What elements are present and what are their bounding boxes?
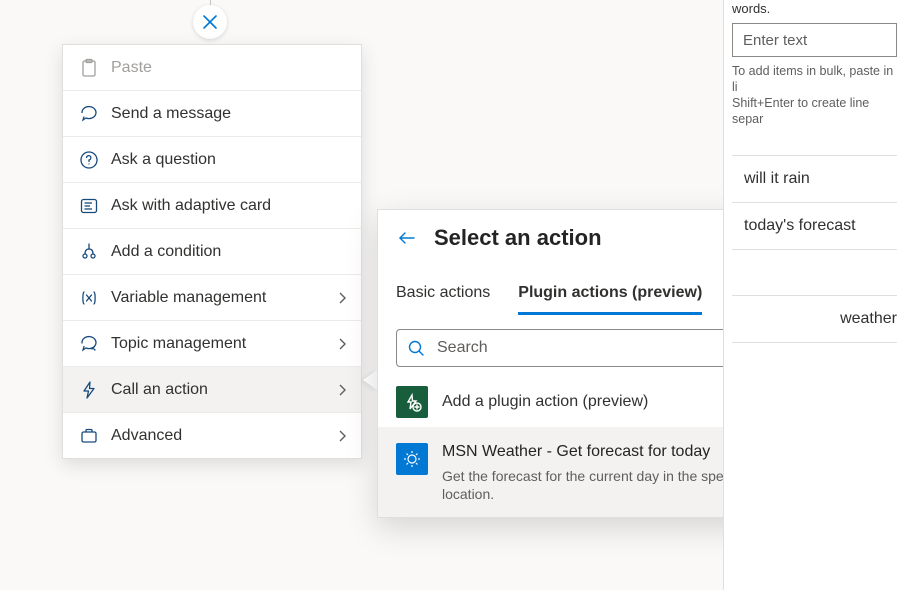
chevron-right-icon — [337, 337, 347, 351]
menu-label: Add a condition — [111, 243, 347, 261]
condition-icon — [77, 240, 101, 264]
variable-icon — [77, 286, 101, 310]
chevron-right-icon — [337, 383, 347, 397]
menu-item-paste: Paste — [63, 45, 361, 90]
add-plugin-label: Add a plugin action (preview) — [442, 393, 648, 411]
menu-label: Send a message — [111, 105, 347, 123]
phrase-entry[interactable]: will it rain — [732, 155, 897, 203]
chevron-right-icon — [337, 291, 347, 305]
menu-label: Call an action — [111, 381, 337, 399]
menu-label: Ask a question — [111, 151, 347, 169]
phrase-input-placeholder: Enter text — [743, 32, 807, 49]
adaptive-card-icon — [77, 194, 101, 218]
context-menu: Paste Send a message Ask a question — [62, 44, 362, 459]
search-icon — [407, 339, 425, 357]
menu-item-advanced[interactable]: Advanced — [63, 413, 361, 458]
close-node-button[interactable] — [193, 5, 227, 39]
phrase-text: today's forecast — [744, 217, 856, 234]
phrase-text: will it rain — [744, 170, 810, 187]
menu-item-ask-question[interactable]: Ask a question — [63, 137, 361, 182]
weather-icon — [396, 443, 428, 475]
phrase-text: weather — [840, 310, 897, 327]
menu-label: Advanced — [111, 427, 337, 445]
chevron-right-icon — [337, 429, 347, 443]
advanced-icon — [77, 424, 101, 448]
back-button[interactable] — [396, 227, 418, 249]
menu-item-send-message[interactable]: Send a message — [63, 91, 361, 136]
menu-label: Topic management — [111, 335, 337, 353]
trigger-phrases-panel: words. Enter text To add items in bulk, … — [723, 0, 897, 590]
menu-label: Variable management — [111, 289, 337, 307]
phrase-entry[interactable]: weather — [732, 296, 897, 343]
help-text: To add items in bulk, paste in liShift+E… — [732, 63, 897, 127]
add-plugin-icon — [396, 386, 428, 418]
phrase-entry[interactable] — [732, 250, 897, 296]
tab-basic-actions[interactable]: Basic actions — [396, 284, 490, 315]
menu-label: Paste — [111, 59, 347, 77]
topic-icon — [77, 332, 101, 356]
menu-item-topic-management[interactable]: Topic management — [63, 321, 361, 366]
message-icon — [77, 102, 101, 126]
question-icon — [77, 148, 101, 172]
menu-item-add-condition[interactable]: Add a condition — [63, 229, 361, 274]
action-icon — [77, 378, 101, 402]
menu-item-call-action[interactable]: Call an action — [63, 367, 361, 412]
menu-item-variable-management[interactable]: Variable management — [63, 275, 361, 320]
menu-label: Ask with adaptive card — [111, 197, 347, 215]
phrase-entry[interactable]: today's forecast — [732, 203, 897, 250]
phrase-input[interactable]: Enter text — [732, 23, 897, 57]
x-icon — [201, 13, 219, 31]
intro-tail: words. — [732, 0, 897, 17]
tab-plugin-actions[interactable]: Plugin actions (preview) — [518, 284, 702, 315]
menu-item-adaptive-card[interactable]: Ask with adaptive card — [63, 183, 361, 228]
callout-pointer — [363, 370, 377, 390]
paste-icon — [77, 56, 101, 80]
